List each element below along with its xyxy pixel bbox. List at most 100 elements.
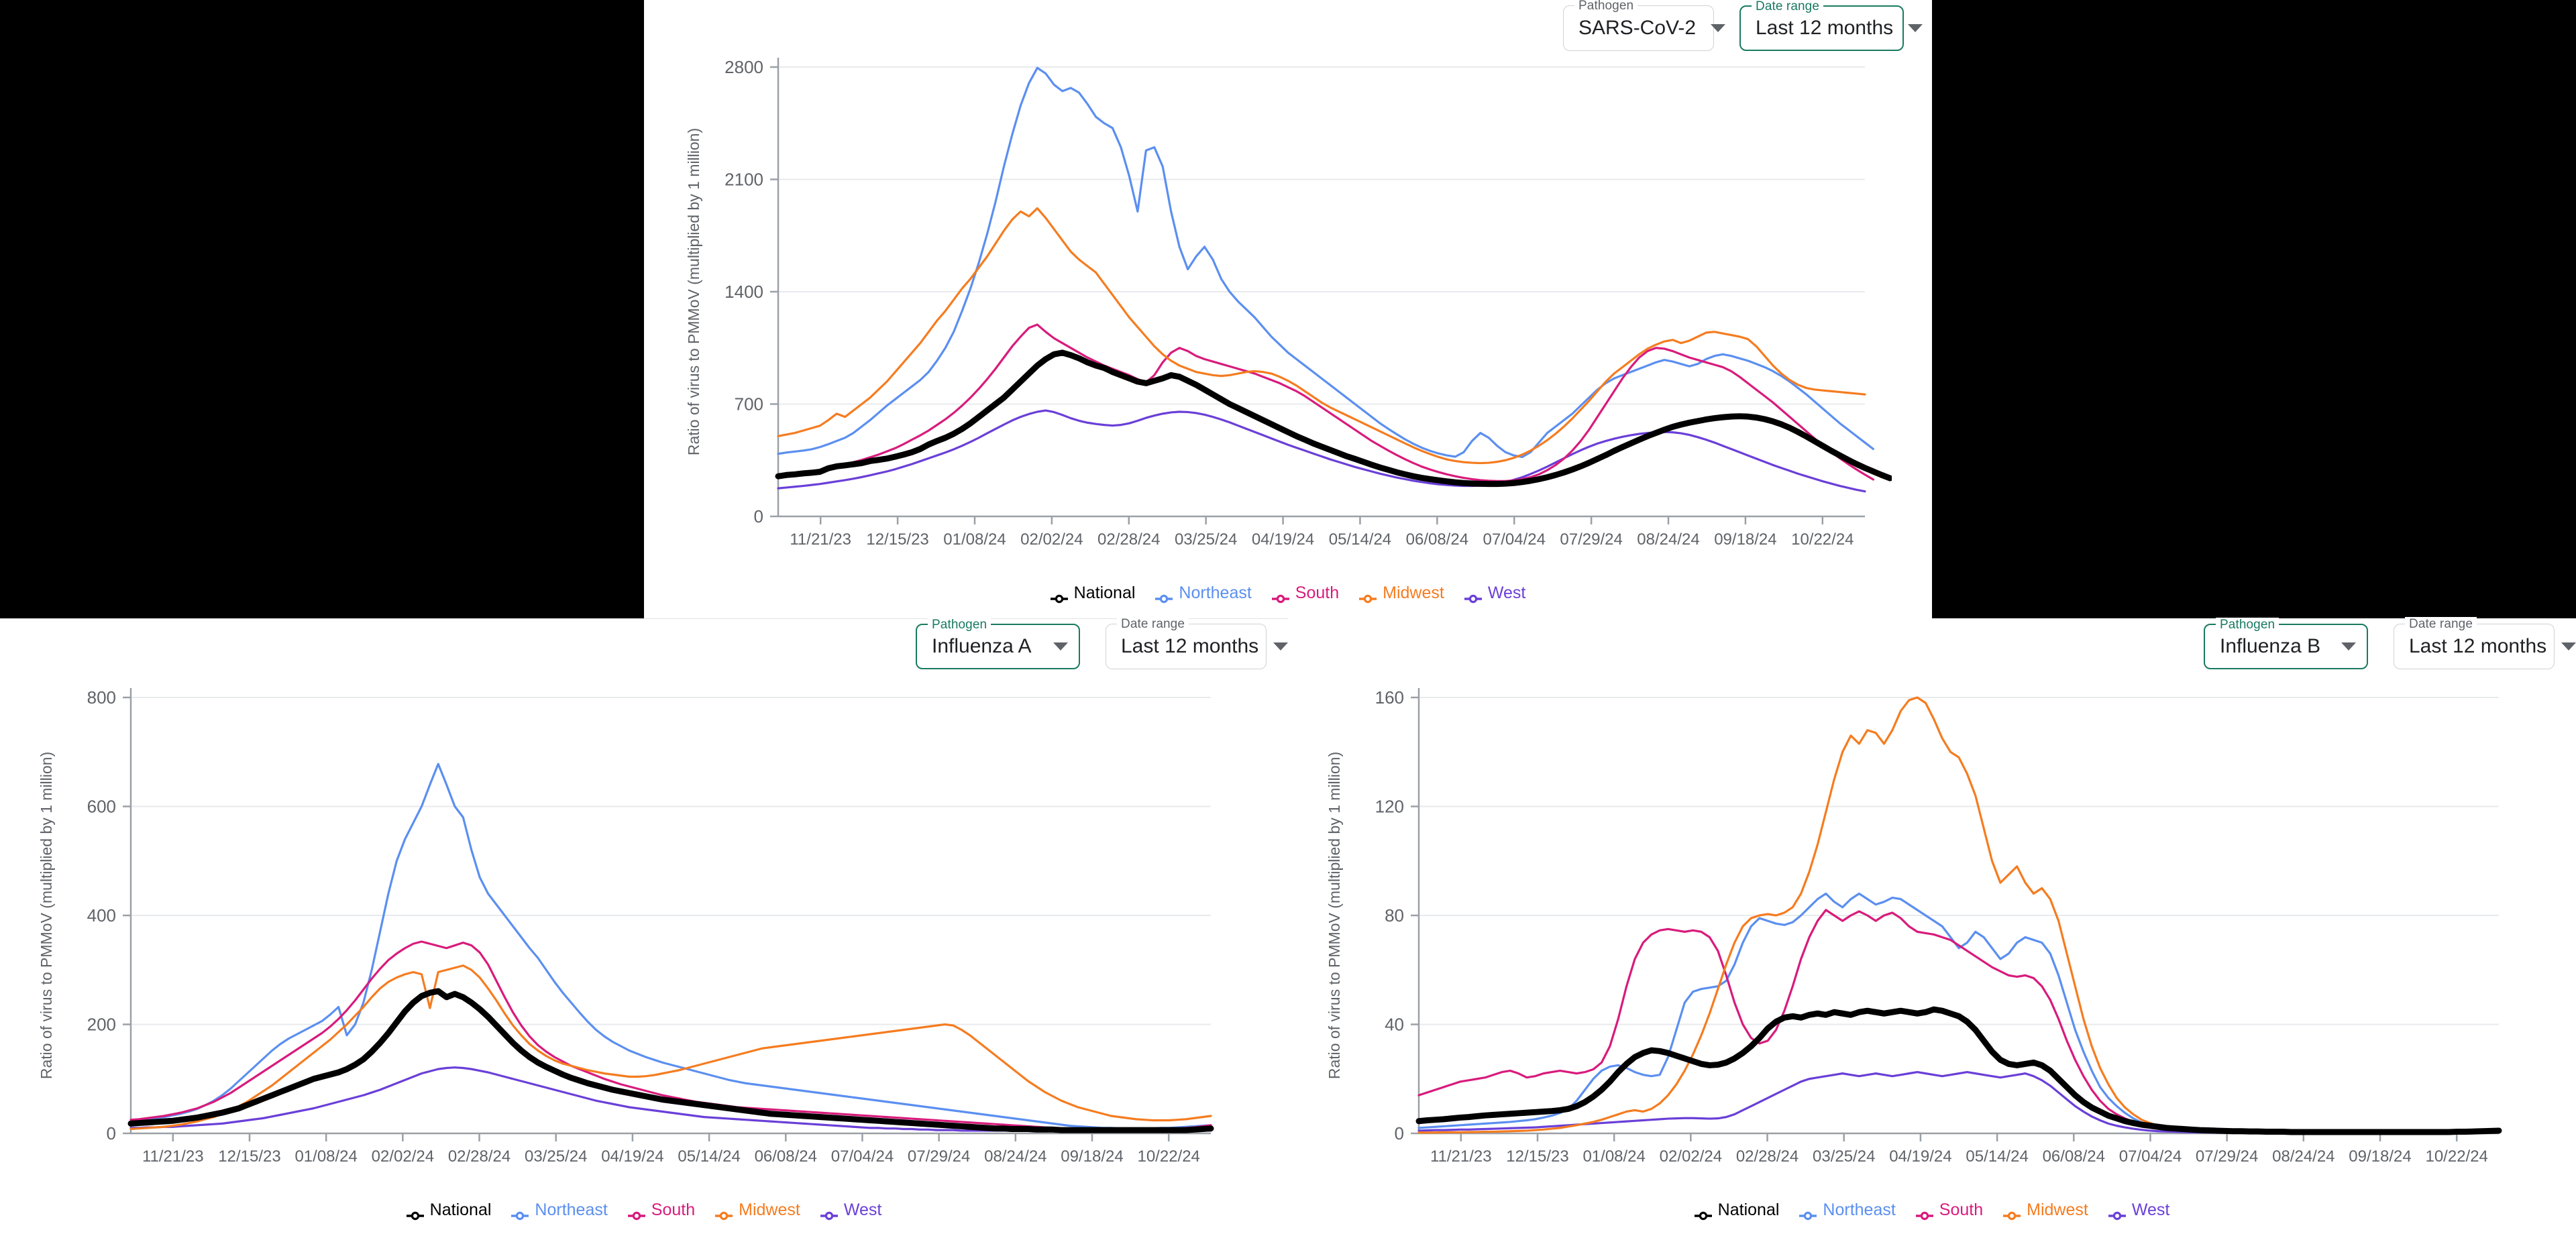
legend-item-midwest[interactable]: Midwest [1359, 583, 1444, 603]
legend-sars-cov-2: National Northeast South Midwest West [644, 583, 1932, 603]
legend-item-south[interactable]: South [627, 1200, 696, 1220]
svg-text:10/22/24: 10/22/24 [2425, 1147, 2487, 1166]
legend-item-label: South [651, 1200, 696, 1219]
svg-text:02/28/24: 02/28/24 [448, 1147, 511, 1166]
pathogen-select-flub[interactable]: Pathogen Influenza B [2204, 618, 2368, 669]
pathogen-select-flua[interactable]: Pathogen Influenza A [916, 618, 1080, 669]
legend-item-northeast[interactable]: Northeast [1155, 583, 1252, 603]
legend-item-label: National [1073, 583, 1136, 602]
legend-marker-icon [1799, 1206, 1817, 1220]
legend-item-midwest[interactable]: Midwest [2003, 1200, 2088, 1220]
legend-item-south[interactable]: South [1271, 583, 1340, 603]
svg-text:0: 0 [754, 506, 763, 526]
chevron-down-icon[interactable] [1711, 24, 1726, 32]
svg-text:06/08/24: 06/08/24 [1406, 530, 1468, 549]
legend-marker-icon [1464, 589, 1482, 603]
legend-marker-icon [1271, 589, 1289, 603]
legend-item-northeast[interactable]: Northeast [511, 1200, 608, 1220]
chevron-down-icon[interactable] [2341, 642, 2356, 651]
svg-text:06/08/24: 06/08/24 [755, 1147, 817, 1166]
svg-text:2800: 2800 [724, 57, 763, 77]
date-range-select-flua[interactable]: Date range Last 12 months [1106, 617, 1289, 669]
svg-text:Ratio of virus to PMMoV (multi: Ratio of virus to PMMoV (multiplied by 1… [685, 128, 702, 455]
date-range-value: Last 12 months [2409, 635, 2547, 657]
date-range-select-flub[interactable]: Date range Last 12 months [2394, 617, 2576, 669]
legend-marker-icon [820, 1206, 838, 1220]
svg-text:07/29/24: 07/29/24 [908, 1147, 970, 1166]
svg-text:120: 120 [1375, 797, 1404, 817]
svg-text:0: 0 [1395, 1123, 1404, 1143]
svg-text:Ratio of virus to PMMoV (multi: Ratio of virus to PMMoV (multiplied by 1… [1326, 752, 1343, 1079]
svg-text:09/18/24: 09/18/24 [2349, 1147, 2411, 1166]
legend-item-west[interactable]: West [1464, 583, 1525, 603]
legend-item-label: West [843, 1200, 882, 1219]
legend-item-label: Midwest [739, 1200, 800, 1219]
svg-text:06/08/24: 06/08/24 [2043, 1147, 2105, 1166]
svg-text:04/19/24: 04/19/24 [601, 1147, 663, 1166]
svg-text:11/21/23: 11/21/23 [1430, 1147, 1492, 1166]
legend-marker-icon [511, 1206, 529, 1220]
controls-influenza-b: Pathogen Influenza B Date range Last 12 … [2204, 617, 2576, 669]
svg-text:700: 700 [735, 394, 763, 414]
date-range-value: Last 12 months [1121, 635, 1259, 657]
svg-text:05/14/24: 05/14/24 [678, 1147, 740, 1166]
legend-marker-icon [1915, 1206, 1933, 1220]
legend-item-label: South [1295, 583, 1340, 602]
svg-text:600: 600 [87, 797, 116, 817]
legend-item-label: West [2131, 1200, 2170, 1219]
chart-influenza-a: 0 200 400 600 800 Ratio of virus to PMMoV (mu… [0, 671, 1254, 1200]
pathogen-label: Pathogen [1574, 0, 1638, 13]
legend-influenza-b: National Northeast South Midwest West [1288, 1200, 2576, 1220]
svg-text:12/15/23: 12/15/23 [218, 1147, 280, 1166]
date-range-label: Date range [1752, 0, 1824, 14]
svg-text:10/22/24: 10/22/24 [1791, 530, 1854, 549]
svg-text:08/24/24: 08/24/24 [2272, 1147, 2334, 1166]
controls-influenza-a: Pathogen Influenza A Date range Last 12 … [916, 617, 1289, 669]
svg-text:Ratio of virus to PMMoV (multi: Ratio of virus to PMMoV (multiplied by 1… [38, 752, 55, 1079]
black-filler-right [1932, 0, 2576, 618]
legend-item-northeast[interactable]: Northeast [1799, 1200, 1896, 1220]
svg-text:09/18/24: 09/18/24 [1714, 530, 1776, 549]
legend-item-label: South [1939, 1200, 1984, 1219]
svg-text:02/02/24: 02/02/24 [1020, 530, 1083, 549]
chevron-down-icon[interactable] [1908, 24, 1923, 32]
date-range-label: Date range [1117, 617, 1189, 632]
svg-text:08/24/24: 08/24/24 [1637, 530, 1699, 549]
legend-marker-icon [1694, 1206, 1712, 1220]
svg-text:03/25/24: 03/25/24 [525, 1147, 587, 1166]
svg-text:07/29/24: 07/29/24 [1560, 530, 1622, 549]
legend-marker-icon [1050, 589, 1068, 603]
svg-text:02/02/24: 02/02/24 [1660, 1147, 1722, 1166]
svg-text:02/28/24: 02/28/24 [1097, 530, 1160, 549]
svg-text:03/25/24: 03/25/24 [1175, 530, 1237, 549]
chevron-down-icon[interactable] [2561, 642, 2576, 651]
pathogen-value: Influenza B [2220, 635, 2321, 657]
legend-item-national[interactable]: National [1050, 583, 1136, 603]
svg-text:40: 40 [1385, 1015, 1404, 1035]
svg-text:03/25/24: 03/25/24 [1813, 1147, 1875, 1166]
legend-item-national[interactable]: National [1694, 1200, 1780, 1220]
date-range-value: Last 12 months [1756, 17, 1894, 39]
svg-text:10/22/24: 10/22/24 [1137, 1147, 1199, 1166]
svg-text:08/24/24: 08/24/24 [984, 1147, 1046, 1166]
svg-text:02/28/24: 02/28/24 [1736, 1147, 1799, 1166]
svg-text:01/08/24: 01/08/24 [294, 1147, 357, 1166]
legend-item-south[interactable]: South [1915, 1200, 1984, 1220]
svg-text:1400: 1400 [724, 282, 763, 302]
legend-item-label: Midwest [2027, 1200, 2088, 1219]
legend-item-label: National [1717, 1200, 1780, 1219]
legend-marker-icon [1155, 589, 1173, 603]
legend-item-west[interactable]: West [820, 1200, 882, 1220]
legend-item-label: Northeast [535, 1200, 608, 1219]
chevron-down-icon[interactable] [1053, 642, 1068, 651]
chevron-down-icon[interactable] [1273, 642, 1289, 651]
svg-text:04/19/24: 04/19/24 [1889, 1147, 1951, 1166]
svg-text:07/04/24: 07/04/24 [2119, 1147, 2182, 1166]
legend-item-midwest[interactable]: Midwest [715, 1200, 800, 1220]
legend-item-west[interactable]: West [2108, 1200, 2170, 1220]
pathogen-value: SARS-CoV-2 [1578, 17, 1697, 39]
legend-marker-icon [406, 1206, 424, 1220]
svg-text:160: 160 [1375, 687, 1404, 708]
svg-text:12/15/23: 12/15/23 [1506, 1147, 1568, 1166]
legend-item-national[interactable]: National [406, 1200, 491, 1220]
